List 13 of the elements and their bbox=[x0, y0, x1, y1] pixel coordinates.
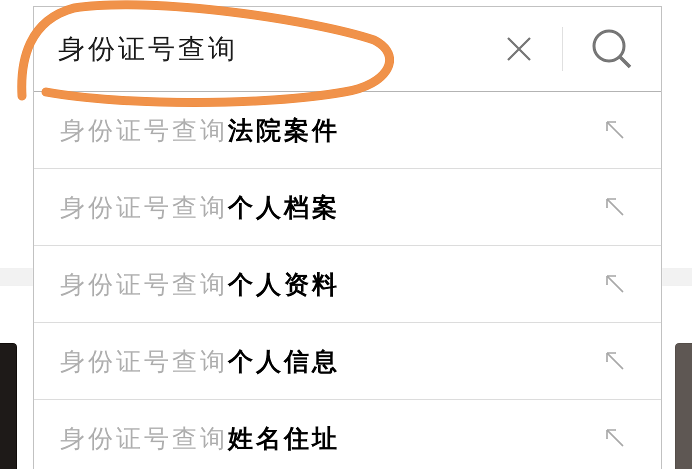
search-field[interactable]: 身份证号查询 bbox=[56, 32, 506, 66]
suggestion-item[interactable]: 身份证号查询个人信息 bbox=[34, 323, 661, 400]
arrow-icon[interactable] bbox=[605, 120, 625, 140]
arrow-icon[interactable] bbox=[605, 197, 625, 217]
arrow-icon[interactable] bbox=[605, 351, 625, 371]
arrow-icon[interactable] bbox=[605, 274, 625, 294]
suggestion-item[interactable]: 身份证号查询个人档案 bbox=[34, 169, 661, 246]
suggestion-item[interactable]: 身份证号查询姓名住址 bbox=[34, 400, 661, 469]
suggestion-item[interactable]: 身份证号查询个人资料 bbox=[34, 246, 661, 323]
suggestion-item[interactable]: 身份证号查询法院案件 bbox=[34, 92, 661, 169]
arrow-icon[interactable] bbox=[605, 428, 625, 448]
close-icon[interactable] bbox=[506, 36, 532, 62]
search-icon[interactable] bbox=[591, 28, 633, 70]
